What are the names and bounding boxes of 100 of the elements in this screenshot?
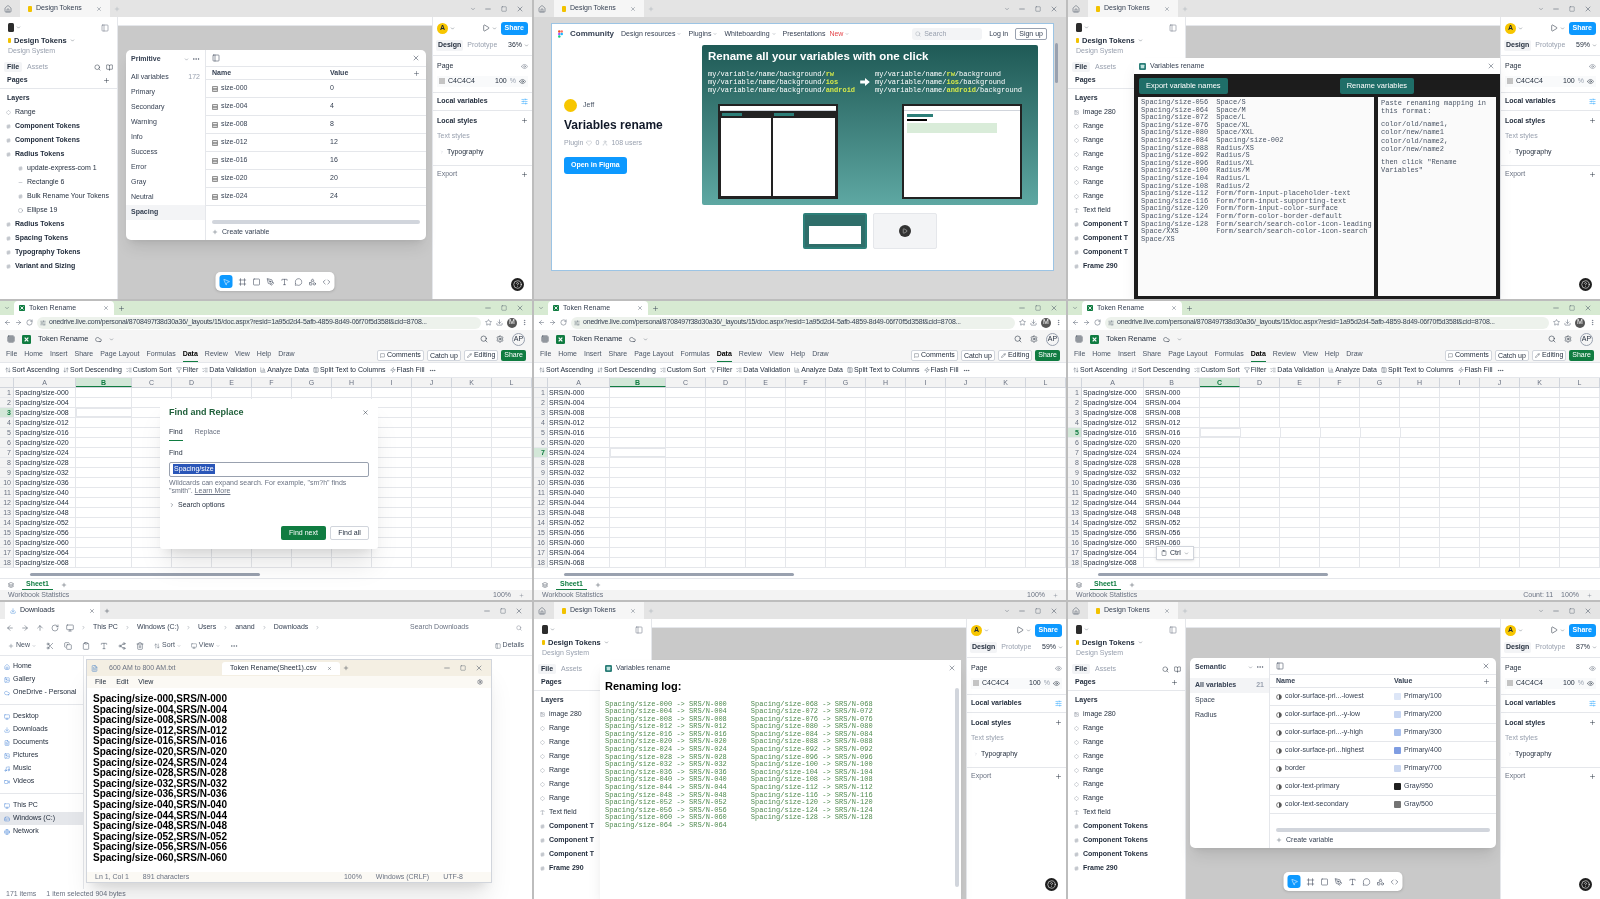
close-icon[interactable]	[1584, 606, 1592, 615]
new-tab-icon[interactable]	[648, 607, 654, 614]
frame-icon[interactable]	[1306, 877, 1315, 886]
new-tab-icon[interactable]	[114, 5, 120, 12]
text-icon[interactable]	[280, 277, 289, 286]
close-icon[interactable]	[1482, 662, 1490, 670]
selected-cell[interactable]	[610, 448, 666, 457]
home-icon[interactable]	[1072, 4, 1080, 13]
panel-toggle-icon[interactable]	[1169, 23, 1177, 32]
maximize-icon[interactable]	[460, 665, 466, 671]
chevron-down-icon[interactable]	[1538, 5, 1544, 12]
more-icon[interactable]	[1256, 663, 1264, 671]
close-icon[interactable]	[89, 607, 95, 614]
app-launcher-icon[interactable]	[7, 335, 15, 343]
close-icon[interactable]	[103, 305, 109, 311]
forward-icon[interactable]	[15, 319, 22, 326]
search-icon[interactable]	[1162, 665, 1169, 673]
close-icon[interactable]	[96, 5, 102, 12]
text-icon[interactable]	[1348, 877, 1357, 886]
home-icon[interactable]	[538, 4, 546, 13]
figma-logo-icon[interactable]	[542, 625, 548, 634]
site-title[interactable]: Community	[570, 28, 614, 40]
eye-icon[interactable]	[1587, 77, 1594, 85]
forward-icon[interactable]	[549, 319, 556, 326]
close-icon[interactable]	[1050, 606, 1058, 615]
scrollbar[interactable]	[212, 220, 420, 224]
reload-icon[interactable]	[1094, 319, 1101, 326]
close-icon[interactable]	[1584, 304, 1592, 312]
close-icon[interactable]	[1050, 304, 1058, 312]
settings-icon[interactable]	[496, 335, 504, 343]
add-icon[interactable]	[1589, 171, 1596, 178]
scrollbar[interactable]	[1098, 573, 1328, 576]
comment-icon[interactable]	[1362, 877, 1371, 886]
reload-icon[interactable]	[26, 319, 33, 326]
cut-icon[interactable]	[46, 641, 54, 650]
shapes-icon[interactable]	[1376, 877, 1385, 886]
copy-icon[interactable]	[64, 641, 72, 650]
figma-logo-icon[interactable]	[8, 23, 14, 32]
add-sheet-icon[interactable]	[1128, 581, 1135, 588]
chevron-down-icon[interactable]	[1072, 305, 1078, 311]
scrollbar[interactable]	[30, 573, 260, 576]
bookmark-icon[interactable]	[485, 319, 492, 326]
close-icon[interactable]	[948, 664, 956, 672]
names-field[interactable]	[1138, 97, 1374, 296]
panel-toggle-icon[interactable]	[101, 23, 109, 32]
more-icon[interactable]	[192, 55, 200, 63]
new-tab-icon[interactable]	[648, 5, 654, 12]
search-icon[interactable]	[480, 335, 488, 343]
eye-icon[interactable]	[1053, 679, 1060, 687]
add-icon[interactable]	[521, 117, 528, 125]
figma-logo-icon[interactable]	[1076, 625, 1082, 634]
selected-cell[interactable]	[1200, 428, 1241, 437]
add-icon[interactable]	[1589, 719, 1596, 727]
sheet-list-icon[interactable]	[542, 581, 548, 588]
new-tab-icon[interactable]	[1186, 304, 1193, 312]
close-icon[interactable]	[637, 305, 643, 311]
new-tab-icon[interactable]	[652, 304, 659, 312]
sliders-icon[interactable]	[1055, 699, 1062, 707]
close-icon[interactable]	[630, 607, 636, 614]
add-icon[interactable]	[413, 69, 420, 77]
bookmark-icon[interactable]	[1019, 319, 1026, 326]
close-icon[interactable]	[1164, 5, 1170, 12]
computer-icon[interactable]	[66, 623, 74, 632]
add-page-icon[interactable]	[103, 76, 110, 84]
settings-icon[interactable]	[1030, 335, 1038, 343]
search-icon[interactable]	[1548, 335, 1556, 343]
play-icon[interactable]	[481, 24, 490, 32]
forward-icon[interactable]	[21, 623, 29, 632]
close-icon[interactable]	[362, 409, 369, 417]
comment-icon[interactable]	[294, 277, 303, 286]
new-tab-icon[interactable]	[1182, 607, 1188, 614]
add-sheet-icon[interactable]	[594, 581, 601, 588]
home-icon[interactable]	[4, 4, 12, 13]
add-icon[interactable]	[1055, 719, 1062, 727]
forward-icon[interactable]	[1083, 319, 1090, 326]
scrollbar[interactable]	[1055, 43, 1058, 83]
chevron-down-icon[interactable]	[470, 5, 476, 12]
back-icon[interactable]	[4, 319, 11, 326]
add-icon[interactable]	[521, 171, 528, 178]
close-icon[interactable]	[327, 665, 332, 671]
add-icon[interactable]	[1483, 677, 1490, 685]
close-icon[interactable]	[516, 4, 524, 13]
visibility-icon[interactable]	[1589, 62, 1596, 70]
chevron-down-icon[interactable]	[1004, 607, 1010, 614]
search-icon[interactable]	[94, 63, 101, 71]
image-thumbnail[interactable]	[803, 213, 867, 249]
panel-toggle-icon[interactable]	[212, 54, 220, 62]
new-tab-icon[interactable]	[104, 607, 110, 614]
up-icon[interactable]	[36, 623, 44, 632]
home-icon[interactable]	[1072, 606, 1080, 615]
play-icon[interactable]	[1015, 626, 1024, 634]
rename-icon[interactable]	[100, 641, 108, 650]
sliders-icon[interactable]	[1589, 699, 1596, 707]
paste-icon[interactable]	[82, 641, 90, 650]
minimize-icon[interactable]	[1018, 304, 1026, 312]
play-icon[interactable]	[1549, 626, 1558, 634]
app-launcher-icon[interactable]	[1075, 335, 1083, 343]
library-icon[interactable]	[106, 63, 113, 71]
sliders-icon[interactable]	[521, 97, 528, 105]
chevron-down-icon[interactable]	[4, 305, 10, 311]
